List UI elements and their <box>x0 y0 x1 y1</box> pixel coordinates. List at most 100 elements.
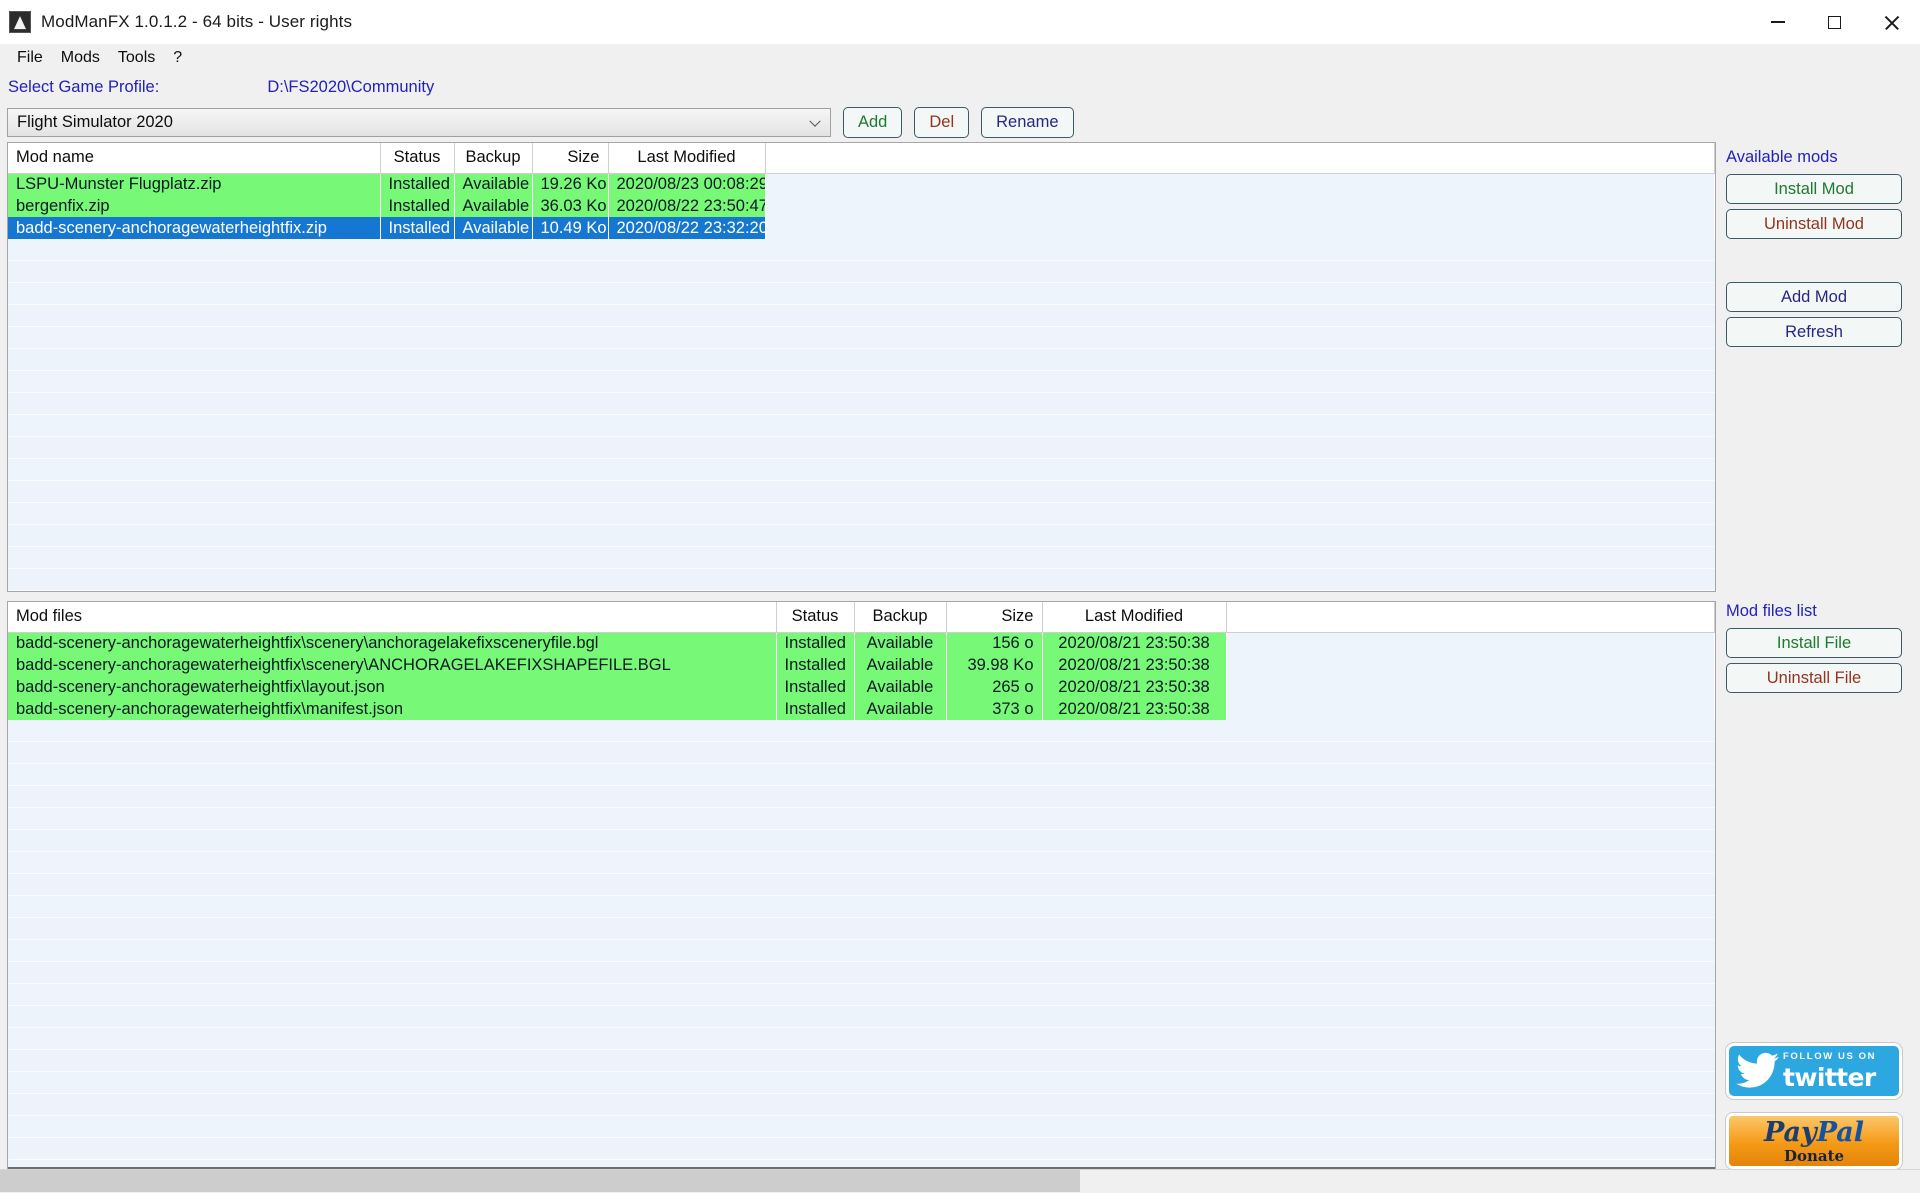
mod-modified-cell: 2020/08/22 23:50:47 <box>608 195 765 217</box>
mod-size-cell: 36.03 Ko <box>532 195 608 217</box>
files-col-size[interactable]: Size <box>946 602 1042 632</box>
mods-col-status[interactable]: Status <box>380 143 454 173</box>
file-backup-cell: Available <box>854 654 946 676</box>
empty-row <box>8 896 1715 918</box>
menu-item-tools[interactable]: Tools <box>109 46 164 70</box>
files-col-spacer <box>1226 602 1715 632</box>
mod-backup-cell: Available <box>454 217 532 239</box>
files-col-backup[interactable]: Backup <box>854 602 946 632</box>
install-file-button[interactable]: Install File <box>1726 628 1902 658</box>
menu-item-file[interactable]: File <box>8 46 52 70</box>
maximize-button[interactable] <box>1806 0 1863 44</box>
install-mod-button[interactable]: Install Mod <box>1726 174 1902 204</box>
files-empty-rows <box>8 720 1715 1175</box>
menu-item-mods[interactable]: Mods <box>52 46 109 70</box>
social-links: FOLLOW US ON twitter PayPal Donate <box>1726 1043 1902 1169</box>
empty-row <box>8 852 1715 874</box>
empty-row <box>8 349 1715 371</box>
paypal-pal-text: Pal <box>1817 1117 1864 1148</box>
sidebar-gap <box>1726 244 1920 282</box>
twitter-brand-text: twitter <box>1783 1065 1876 1090</box>
window-title: ModManFX 1.0.1.2 - 64 bits - User rights <box>41 12 352 32</box>
menu-bar: File Mods Tools ? <box>0 44 1920 72</box>
minimize-icon <box>1771 21 1785 23</box>
table-row[interactable]: bergenfix.zip Installed Available 36.03 … <box>8 195 1715 217</box>
mod-files-list-label: Mod files list <box>1726 602 1920 621</box>
file-name-cell: badd-scenery-anchoragewaterheightfix\sce… <box>8 632 776 654</box>
add-profile-button[interactable]: Add <box>843 107 902 138</box>
empty-row <box>8 415 1715 437</box>
files-col-status[interactable]: Status <box>776 602 854 632</box>
file-modified-cell: 2020/08/21 23:50:38 <box>1042 654 1226 676</box>
empty-row <box>8 393 1715 415</box>
files-col-name[interactable]: Mod files <box>8 602 776 632</box>
empty-row <box>8 962 1715 984</box>
empty-row <box>8 1116 1715 1138</box>
uninstall-file-button[interactable]: Uninstall File <box>1726 663 1902 693</box>
twitter-follow-button[interactable]: FOLLOW US ON twitter <box>1726 1043 1902 1099</box>
file-modified-cell: 2020/08/21 23:50:38 <box>1042 698 1226 720</box>
empty-row <box>8 786 1715 808</box>
empty-row <box>8 984 1715 1006</box>
mod-name-cell: badd-scenery-anchoragewaterheightfix.zip <box>8 217 380 239</box>
table-row[interactable]: badd-scenery-anchoragewaterheightfix\sce… <box>8 654 1715 676</box>
empty-row <box>8 1028 1715 1050</box>
window-controls <box>1749 0 1920 44</box>
empty-row <box>8 874 1715 896</box>
mods-col-size[interactable]: Size <box>532 143 608 173</box>
mods-col-spacer <box>765 143 1715 173</box>
delete-profile-button[interactable]: Del <box>914 107 969 138</box>
empty-row <box>8 1094 1715 1116</box>
file-size-cell: 39.98 Ko <box>946 654 1042 676</box>
mods-col-name[interactable]: Mod name <box>8 143 380 173</box>
game-profile-select[interactable]: Flight Simulator 2020 <box>7 108 831 137</box>
mods-col-modified[interactable]: Last Modified <box>608 143 765 173</box>
mod-status-cell: Installed <box>380 217 454 239</box>
table-row[interactable]: badd-scenery-anchoragewaterheightfix\sce… <box>8 632 1715 654</box>
paypal-donate-button[interactable]: PayPal Donate <box>1726 1113 1902 1169</box>
menu-item-help[interactable]: ? <box>164 46 191 70</box>
table-row[interactable]: badd-scenery-anchoragewaterheightfix\lay… <box>8 676 1715 698</box>
close-icon <box>1884 15 1899 30</box>
table-row[interactable]: LSPU-Munster Flugplatz.zip Installed Ava… <box>8 173 1715 195</box>
file-modified-cell: 2020/08/21 23:50:38 <box>1042 632 1226 654</box>
chevron-down-icon <box>809 116 820 127</box>
file-status-cell: Installed <box>776 632 854 654</box>
mod-backup-cell: Available <box>454 195 532 217</box>
mod-modified-cell: 2020/08/23 00:08:29 <box>608 173 765 195</box>
mods-table: Mod name Status Backup Size Last Modifie… <box>8 143 1715 239</box>
main-area: Mod name Status Backup Size Last Modifie… <box>0 142 1920 1191</box>
game-profile-selected-value: Flight Simulator 2020 <box>17 113 173 132</box>
mods-col-backup[interactable]: Backup <box>454 143 532 173</box>
mod-status-cell: Installed <box>380 195 454 217</box>
select-game-profile-label: Select Game Profile: <box>8 78 159 97</box>
table-row[interactable]: badd-scenery-anchoragewaterheightfix\man… <box>8 698 1715 720</box>
mods-table-panel: Mod name Status Backup Size Last Modifie… <box>7 142 1716 592</box>
empty-row <box>8 742 1715 764</box>
refresh-button[interactable]: Refresh <box>1726 317 1902 347</box>
empty-row <box>8 283 1715 305</box>
paypal-brand-text: PayPal <box>1764 1119 1864 1146</box>
mod-backup-cell: Available <box>454 173 532 195</box>
close-button[interactable] <box>1863 0 1920 44</box>
mods-empty-rows <box>8 239 1715 591</box>
window-horizontal-scrollbar[interactable] <box>0 1169 1920 1191</box>
empty-row <box>8 764 1715 786</box>
file-spacer-cell <box>1226 632 1715 654</box>
scrollbar-thumb[interactable] <box>0 1170 1080 1192</box>
uninstall-mod-button[interactable]: Uninstall Mod <box>1726 209 1902 239</box>
right-sidebar: Available mods Install Mod Uninstall Mod… <box>1716 142 1920 1191</box>
files-col-modified[interactable]: Last Modified <box>1042 602 1226 632</box>
file-spacer-cell <box>1226 654 1715 676</box>
files-table-panel: Mod files Status Backup Size Last Modifi… <box>7 601 1716 1175</box>
file-name-cell: badd-scenery-anchoragewaterheightfix\sce… <box>8 654 776 676</box>
minimize-button[interactable] <box>1749 0 1806 44</box>
profile-row: Select Game Profile: D:\FS2020\Community <box>0 72 1920 102</box>
paypal-pay-text: Pay <box>1764 1117 1817 1148</box>
file-spacer-cell <box>1226 698 1715 720</box>
rename-profile-button[interactable]: Rename <box>981 107 1073 138</box>
table-row[interactable]: badd-scenery-anchoragewaterheightfix.zip… <box>8 217 1715 239</box>
empty-row <box>8 437 1715 459</box>
add-mod-button[interactable]: Add Mod <box>1726 282 1902 312</box>
mod-spacer-cell <box>765 173 1715 195</box>
